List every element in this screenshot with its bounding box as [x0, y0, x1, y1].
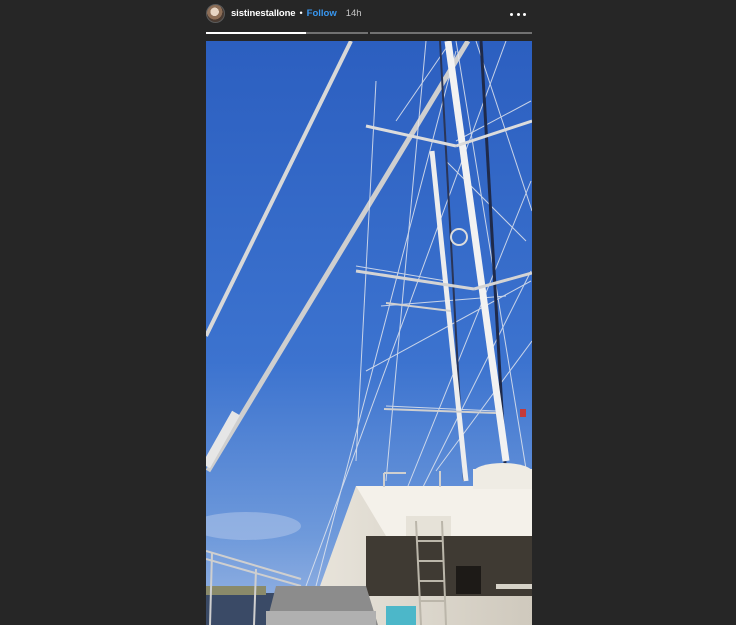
follow-button[interactable]: Follow [307, 8, 337, 19]
story-frame: sistinestallone • Follow 14h [206, 0, 532, 625]
progress-segment [206, 32, 368, 34]
story-media-image[interactable] [206, 41, 532, 625]
profile-avatar[interactable] [206, 3, 225, 23]
story-viewer: sistinestallone • Follow 14h [0, 0, 736, 625]
story-header: sistinestallone • Follow 14h [206, 2, 532, 24]
story-progress-bar [206, 32, 532, 34]
story-timestamp: 14h [345, 7, 362, 19]
sailboat-mast-photo [206, 41, 532, 625]
separator-dot: • [299, 8, 303, 18]
username-link[interactable]: sistinestallone [231, 8, 296, 19]
progress-fill [206, 32, 307, 34]
more-options-icon[interactable] [510, 6, 526, 22]
progress-segment [370, 32, 532, 34]
